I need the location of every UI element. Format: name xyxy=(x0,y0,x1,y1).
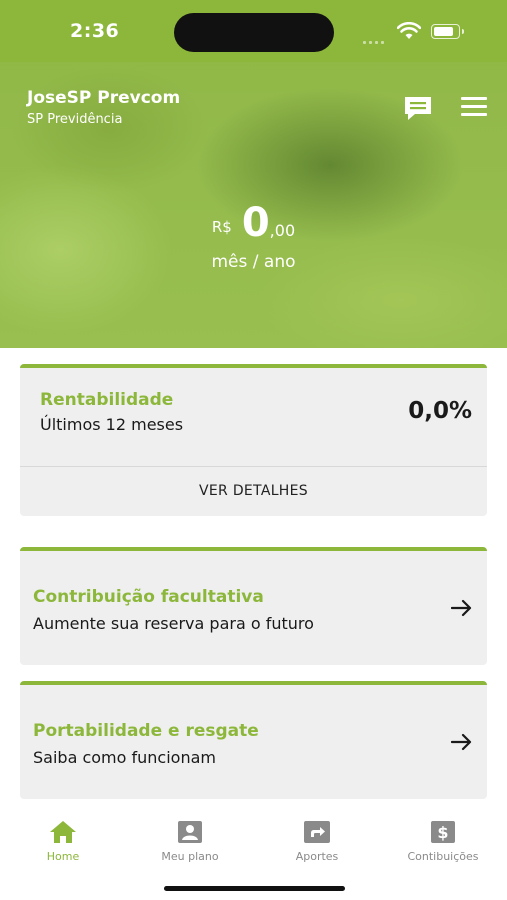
portabilidade-resgate-card[interactable]: Portabilidade e resgate Saiba como funci… xyxy=(20,681,487,799)
tab-label: Aportes xyxy=(295,850,339,863)
battery-level xyxy=(434,27,453,36)
menu-icon[interactable] xyxy=(461,97,487,117)
tab-aportes[interactable]: Aportes xyxy=(262,820,372,863)
tab-home[interactable]: Home xyxy=(8,820,118,863)
svg-text:$: $ xyxy=(437,823,448,842)
tab-meu-plano[interactable]: Meu plano xyxy=(135,820,245,863)
contribuicao-facultativa-card[interactable]: Contribuição facultativa Aumente sua res… xyxy=(20,547,487,665)
tab-label: Meu plano xyxy=(161,850,219,863)
balance-integer: 0 xyxy=(241,200,270,246)
home-indicator[interactable] xyxy=(164,886,345,891)
cellular-signal-icon xyxy=(363,29,387,48)
card-title: Portabilidade e resgate xyxy=(33,721,259,741)
balance-amount: R$ 0,00 xyxy=(0,200,507,246)
card-title: Contribuição facultativa xyxy=(33,587,264,607)
arrow-right-icon[interactable] xyxy=(451,733,473,751)
organization-name: SP Previdência xyxy=(27,112,123,127)
status-bar: 2:36 xyxy=(0,0,507,62)
dynamic-island xyxy=(174,13,334,52)
card-subtitle: Saiba como funcionam xyxy=(33,748,216,767)
wifi-icon xyxy=(397,22,421,39)
tab-label: Contibuições xyxy=(407,850,479,863)
ver-detalhes-button[interactable]: VER DETALHES xyxy=(20,466,487,516)
balance-decimal: ,00 xyxy=(269,221,296,240)
currency-symbol: R$ xyxy=(211,218,232,236)
home-icon xyxy=(50,821,76,843)
battery-icon xyxy=(431,24,464,39)
status-time: 2:36 xyxy=(70,20,120,42)
person-icon xyxy=(178,821,202,843)
tab-contribuicoes[interactable]: $ Contibuições xyxy=(388,820,498,863)
balance-period: mês / ano xyxy=(211,252,296,272)
rentabilidade-card: Rentabilidade Últimos 12 meses 0,0% VER … xyxy=(20,364,487,516)
card-subtitle: Aumente sua reserva para o futuro xyxy=(33,614,314,633)
tab-label: Home xyxy=(46,850,80,863)
arrow-right-icon[interactable] xyxy=(451,599,473,617)
rentabilidade-title: Rentabilidade xyxy=(40,390,174,410)
transfer-icon xyxy=(304,821,330,843)
dollar-icon: $ xyxy=(431,821,455,843)
rentabilidade-period: Últimos 12 meses xyxy=(40,415,184,434)
user-name: JoseSP Prevcom xyxy=(27,88,181,108)
rentabilidade-value: 0,0% xyxy=(408,398,472,424)
chat-icon[interactable] xyxy=(403,95,433,121)
